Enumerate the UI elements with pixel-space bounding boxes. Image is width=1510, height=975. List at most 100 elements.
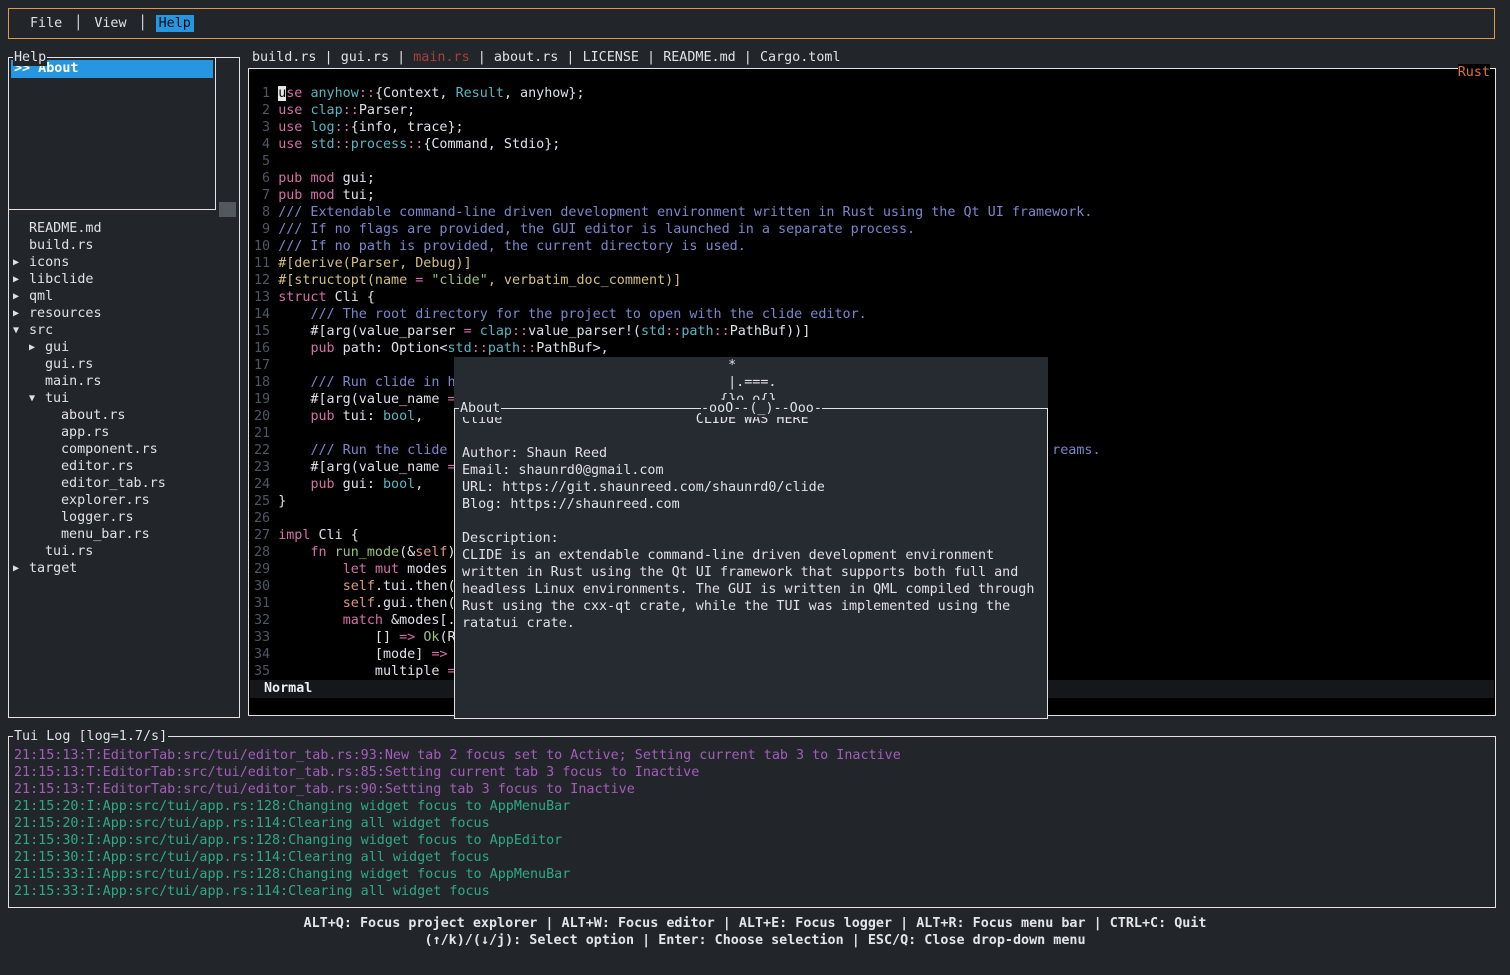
line-number: 17 (254, 358, 278, 373)
line-number: 18 (254, 375, 278, 390)
kilroy-arms-ascii-art: -ooO--(_)--Ooo- (701, 400, 822, 417)
tree-item-libclide[interactable]: ▶libclide (13, 271, 236, 288)
chevron-right-icon[interactable]: ▶ (13, 271, 29, 288)
code-line-1[interactable]: 1 use anyhow::{Context, Result, anyhow}; (254, 85, 1493, 102)
tab-about.rs[interactable]: about.rs (494, 50, 559, 65)
line-number: 16 (254, 341, 278, 356)
tree-item-label: qml (29, 288, 53, 305)
code-line-7[interactable]: 7 pub mod tui; (254, 187, 1493, 204)
line-number: 13 (254, 290, 278, 305)
line-number: 6 (254, 171, 278, 186)
code-line-6[interactable]: 6 pub mod gui; (254, 170, 1493, 187)
menu-item-file[interactable]: File (27, 15, 65, 32)
tree-item-icons[interactable]: ▶icons (13, 254, 236, 271)
tree-item-editor_tab.rs[interactable]: editor_tab.rs (13, 475, 236, 492)
tree-item-label: gui (45, 339, 69, 356)
code-line-3[interactable]: 3 use log::{info, trace}; (254, 119, 1493, 136)
menu-item-view[interactable]: View (91, 15, 129, 32)
line-number: 1 (254, 86, 278, 101)
tree-item-explorer.rs[interactable]: explorer.rs (13, 492, 236, 509)
tab-gui.rs[interactable]: gui.rs (341, 50, 389, 65)
menu-bar: File│View│Help (8, 8, 1495, 39)
line-number: 7 (254, 188, 278, 203)
tree-item-tui[interactable]: ▼tui (13, 390, 236, 407)
chevron-right-icon[interactable]: ▶ (13, 288, 29, 305)
line-number: 5 (254, 154, 278, 169)
line-number: 11 (254, 256, 278, 271)
tree-item-main.rs[interactable]: main.rs (13, 373, 236, 390)
about-popup: * |.===. {}o o{} About -ooO--(_)--Ooo- C… (454, 357, 1048, 719)
code-line-10[interactable]: 10 /// If no path is provided, the curre… (254, 238, 1493, 255)
log-entry: 21:15:13:T:EditorTab:src/tui/editor_tab.… (14, 764, 1493, 781)
chevron-down-icon[interactable]: ▼ (13, 322, 29, 339)
code-line-2[interactable]: 2 use clap::Parser; (254, 102, 1493, 119)
log-entry: 21:15:33:I:App:src/tui/app.rs:128:Changi… (14, 866, 1493, 883)
chevron-right-icon[interactable]: ▶ (13, 560, 29, 577)
tab-LICENSE[interactable]: LICENSE (583, 50, 639, 65)
line-number: 9 (254, 222, 278, 237)
line-number: 2 (254, 103, 278, 118)
tree-item-resources[interactable]: ▶resources (13, 305, 236, 322)
line-number: 22 (254, 443, 278, 458)
menu-separator: │ (74, 15, 82, 32)
code-line-11[interactable]: 11 #[derive(Parser, Debug)] (254, 255, 1493, 272)
code-line-15[interactable]: 15 #[arg(value_parser = clap::value_pars… (254, 323, 1493, 340)
tree-item-label: gui.rs (45, 356, 93, 373)
tab-main.rs[interactable]: main.rs (413, 50, 469, 65)
tree-item-qml[interactable]: ▶qml (13, 288, 236, 305)
tree-item-label: tui (45, 390, 69, 407)
line-number: 32 (254, 613, 278, 628)
tree-item-label: icons (29, 254, 69, 271)
tree-item-label: editor_tab.rs (61, 475, 166, 492)
editor-tabs: build.rs | gui.rs | main.rs | about.rs |… (252, 49, 841, 66)
tree-item-README.md[interactable]: README.md (13, 220, 236, 237)
code-line-13[interactable]: 13 struct Cli { (254, 289, 1493, 306)
footer-help-line1: ALT+Q: Focus project explorer | ALT+W: F… (0, 915, 1510, 932)
line-number: 23 (254, 460, 278, 475)
code-line-14[interactable]: 14 /// The root directory for the projec… (254, 306, 1493, 323)
code-line-16[interactable]: 16 pub path: Option<std::path::PathBuf>, (254, 340, 1493, 357)
tui-log-panel[interactable]: Tui Log [log=1.7/s] 21:15:13:T:EditorTab… (8, 736, 1496, 908)
line-number: 35 (254, 664, 278, 679)
code-line-4[interactable]: 4 use std::process::{Command, Stdio}; (254, 136, 1493, 153)
chevron-down-icon[interactable]: ▼ (29, 390, 45, 407)
line-number: 31 (254, 596, 278, 611)
tab-separator: | (470, 50, 494, 65)
code-line-8[interactable]: 8 /// Extendable command-line driven dev… (254, 204, 1493, 221)
log-entry: 21:15:20:I:App:src/tui/app.rs:128:Changi… (14, 798, 1493, 815)
log-entry: 21:15:30:I:App:src/tui/app.rs:114:Cleari… (14, 849, 1493, 866)
line-number: 8 (254, 205, 278, 220)
tree-item-gui[interactable]: ▶gui (13, 339, 236, 356)
line-number: 33 (254, 630, 278, 645)
line-number: 30 (254, 579, 278, 594)
code-line-9[interactable]: 9 /// If no flags are provided, the GUI … (254, 221, 1493, 238)
tree-item-component.rs[interactable]: component.rs (13, 441, 236, 458)
tab-Cargo.toml[interactable]: Cargo.toml (760, 50, 841, 65)
explorer-scrollbar-thumb[interactable] (219, 202, 236, 217)
tab-README.md[interactable]: README.md (663, 50, 736, 65)
tab-separator: | (558, 50, 582, 65)
tree-item-label: tui.rs (45, 543, 93, 560)
tree-item-logger.rs[interactable]: logger.rs (13, 509, 236, 526)
tab-build.rs[interactable]: build.rs (252, 50, 317, 65)
tree-item-gui.rs[interactable]: gui.rs (13, 356, 236, 373)
chevron-right-icon[interactable]: ▶ (13, 305, 29, 322)
tree-item-src[interactable]: ▼src (13, 322, 236, 339)
tree-item-target[interactable]: ▶target (13, 560, 236, 577)
tree-item-tui.rs[interactable]: tui.rs (13, 543, 236, 560)
tree-item-app.rs[interactable]: app.rs (13, 424, 236, 441)
code-line-12[interactable]: 12 #[structopt(name = "clide", verbatim_… (254, 272, 1493, 289)
chevron-right-icon[interactable]: ▶ (29, 339, 45, 356)
log-lines: 21:15:13:T:EditorTab:src/tui/editor_tab.… (14, 747, 1493, 900)
log-entry: 21:15:30:I:App:src/tui/app.rs:128:Changi… (14, 832, 1493, 849)
help-dropdown-title: Help (13, 49, 47, 66)
menu-item-help[interactable]: Help (156, 15, 194, 32)
tree-item-build.rs[interactable]: build.rs (13, 237, 236, 254)
tree-item-menu_bar.rs[interactable]: menu_bar.rs (13, 526, 236, 543)
tree-item-label: about.rs (61, 407, 126, 424)
chevron-right-icon[interactable]: ▶ (13, 254, 29, 271)
tree-item-editor.rs[interactable]: editor.rs (13, 458, 236, 475)
code-line-5[interactable]: 5 (254, 153, 1493, 170)
tree-item-about.rs[interactable]: about.rs (13, 407, 236, 424)
tree-item-label: build.rs (29, 237, 94, 254)
